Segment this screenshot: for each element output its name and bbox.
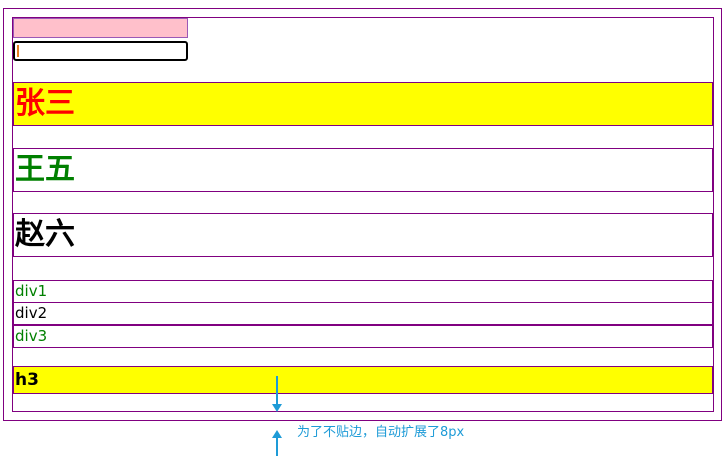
annotation-note: 为了不贴边，自动扩展了8px	[297, 425, 465, 440]
arrow-down-icon	[272, 376, 282, 412]
arrow-up-icon	[272, 430, 282, 456]
annotation-arrows	[272, 376, 282, 456]
